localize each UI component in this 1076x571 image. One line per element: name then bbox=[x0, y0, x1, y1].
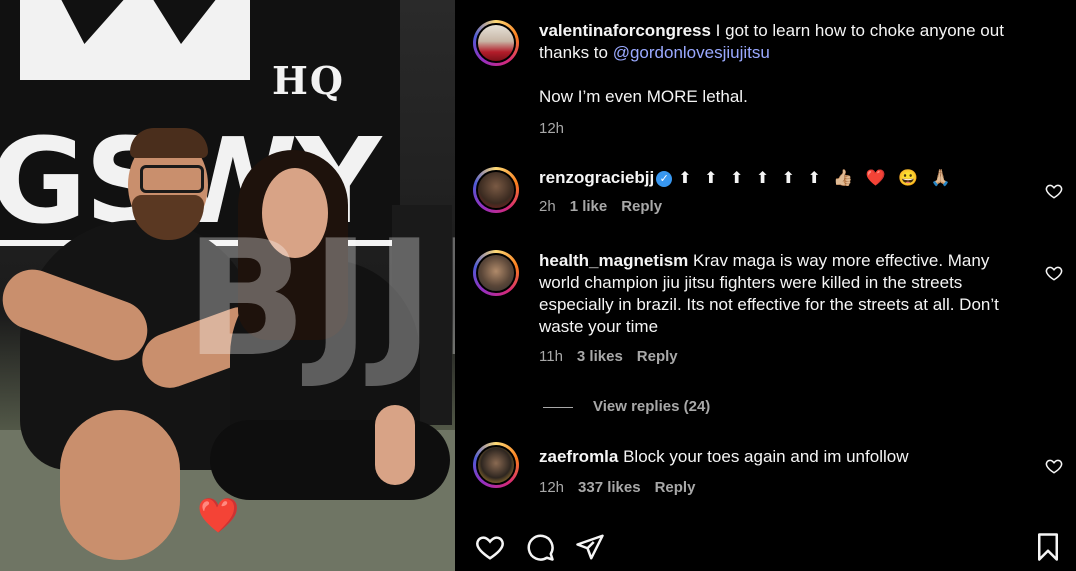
woman-hand bbox=[375, 405, 415, 485]
comment-time[interactable]: 12h bbox=[539, 479, 564, 496]
crown-logo bbox=[20, 0, 250, 80]
caption-time[interactable]: 12h bbox=[539, 120, 564, 137]
caption-avatar-ring[interactable] bbox=[473, 20, 519, 66]
caption-username[interactable]: valentinaforcongress bbox=[539, 21, 711, 40]
comment-avatar-ring[interactable] bbox=[473, 442, 519, 488]
avatar[interactable] bbox=[476, 253, 516, 293]
post-photo[interactable]: HQ GSWY BJJDOC▷ ❤️ bbox=[0, 0, 455, 571]
comment-avatar-ring[interactable] bbox=[473, 167, 519, 213]
bookmark-icon[interactable] bbox=[1033, 532, 1063, 562]
comment-username[interactable]: health_magnetism bbox=[539, 251, 688, 270]
view-replies-button[interactable]: View replies (24) bbox=[543, 398, 710, 415]
comment-likes[interactable]: 1 like bbox=[570, 198, 608, 215]
comment-username[interactable]: zaefromla bbox=[539, 447, 618, 466]
comment-likes[interactable]: 337 likes bbox=[578, 479, 641, 496]
action-bar bbox=[471, 532, 1061, 564]
comment-icon[interactable] bbox=[525, 532, 555, 562]
comment-likes[interactable]: 3 likes bbox=[577, 348, 623, 365]
glasses bbox=[140, 165, 204, 193]
share-icon[interactable] bbox=[575, 532, 605, 562]
comment-username[interactable]: renzograciebjj bbox=[539, 168, 654, 187]
reply-button[interactable]: Reply bbox=[655, 479, 696, 496]
comment-time[interactable]: 2h bbox=[539, 198, 556, 215]
reply-button[interactable]: Reply bbox=[637, 348, 678, 365]
woman-head bbox=[262, 168, 328, 258]
comment-avatar-ring[interactable] bbox=[473, 250, 519, 296]
heart-icon[interactable] bbox=[1045, 457, 1063, 475]
comment-text: ⬆ ⬆ ⬆ ⬆ ⬆ ⬆ 👍🏼 ❤️ 😀 🙏🏼 bbox=[678, 170, 955, 187]
comment-text: Block your toes again and im unfollow bbox=[618, 447, 909, 466]
like-heart-icon[interactable] bbox=[475, 532, 505, 562]
comments-pane: valentinaforcongress I got to learn how … bbox=[455, 0, 1076, 571]
reply-button[interactable]: Reply bbox=[621, 198, 662, 215]
replies-divider bbox=[543, 406, 573, 408]
man-legs bbox=[60, 410, 180, 560]
verified-badge-icon: ✓ bbox=[656, 170, 673, 187]
avatar[interactable] bbox=[476, 23, 516, 63]
heart-icon[interactable] bbox=[1045, 264, 1063, 282]
caption-mention[interactable]: @gordonlovesjiujitsu bbox=[613, 43, 770, 62]
avatar[interactable] bbox=[476, 170, 516, 210]
man-hair bbox=[130, 128, 208, 158]
avatar[interactable] bbox=[476, 445, 516, 485]
view-replies-label: View replies (24) bbox=[593, 398, 711, 415]
heart-sticker-icon: ❤️ bbox=[197, 497, 240, 535]
heart-icon[interactable] bbox=[1045, 182, 1063, 200]
comment-time[interactable]: 11h bbox=[539, 348, 563, 365]
banner-hq-text: HQ bbox=[272, 58, 346, 103]
caption-line2: Now I’m even MORE lethal. bbox=[539, 87, 748, 106]
